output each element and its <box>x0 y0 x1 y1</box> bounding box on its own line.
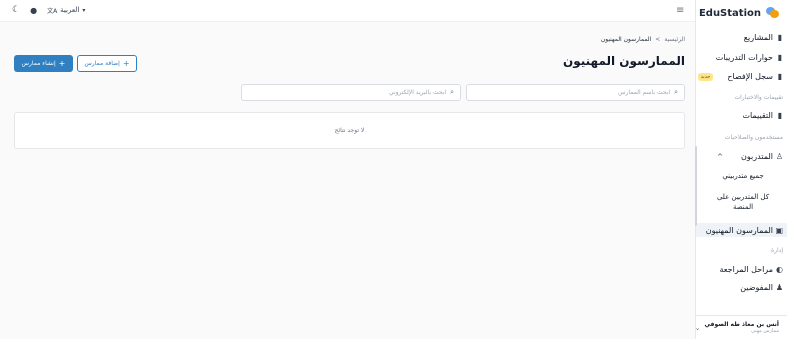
sidebar-item-evaluations[interactable]: ▮ التقييمات <box>742 111 783 120</box>
chat-icon: ▮ <box>777 53 783 62</box>
chevron-down-icon: ▾ <box>82 6 86 14</box>
sidebar-item-label: المشاريع <box>743 33 773 42</box>
hamburger-menu-icon[interactable]: ≡ <box>676 5 684 16</box>
section-label-evaluations: تقييمات والاختبارات <box>734 94 783 101</box>
sidebar-subitem-all-trainees[interactable]: كل المتدربين على المنصة <box>713 192 773 212</box>
user-role: ممارس مهني <box>751 328 779 334</box>
search-by-name-input[interactable]: ⌕ ابحث باسم الممارس <box>466 84 685 101</box>
sidebar-item-label: المتدربون <box>741 152 773 161</box>
breadcrumb: الرئيسية > الممارسون المهنيون <box>601 36 685 43</box>
sidebar-item-delegates[interactable]: ♟ المفوضين <box>740 283 783 292</box>
log-icon: ▮ <box>777 72 783 81</box>
circle-icon: ◐ <box>776 265 783 274</box>
app-name: EduStation <box>698 7 761 19</box>
user-icon: ♙ <box>775 152 783 161</box>
sidebar-item-disclosure-log[interactable]: ▮ سجل الإفصاح جديد <box>697 72 783 81</box>
top-bar: ☾ ● 文A العربية ▾ ≡ <box>0 0 695 22</box>
search-by-email-input[interactable]: ⌕ ابحث بالبريد الإلكتروني <box>241 84 461 101</box>
user-info: أنس بن معاذ طه الصوفي ممارس مهني <box>704 321 779 334</box>
users-icon: ♟ <box>775 283 783 292</box>
user-profile[interactable]: أنس بن معاذ طه الصوفي ممارس مهني ⌄ <box>695 315 787 339</box>
sidebar: EduStation ▮ المشاريع ▮ حوارات التدريبات… <box>695 0 787 339</box>
create-practitioner-button[interactable]: + إنشاء ممارس <box>14 55 73 72</box>
sidebar-item-label: التقييمات <box>742 111 773 120</box>
page-title: الممارسون المهنيون <box>562 54 685 68</box>
results-panel: لا توجد نتائج <box>14 112 685 149</box>
id-card-icon: ▣ <box>775 225 783 235</box>
topbar-actions: ☾ ● 文A العربية ▾ <box>12 5 85 15</box>
search-icon: ⌕ <box>450 88 454 96</box>
sidebar-item-review-stages[interactable]: ◐ مراحل المراجعة <box>720 265 783 274</box>
search-email-placeholder: ابحث بالبريد الإلكتروني <box>388 89 447 96</box>
chevron-up-icon: ^ <box>717 152 723 161</box>
main-content: الرئيسية > الممارسون المهنيون الممارسون … <box>0 22 695 339</box>
app-logo[interactable]: EduStation <box>696 4 779 22</box>
language-label: العربية <box>60 6 80 14</box>
sidebar-item-label: سجل الإفصاح <box>727 72 773 81</box>
notifications-bell-icon[interactable]: ● <box>30 6 37 15</box>
language-switcher[interactable]: 文A العربية ▾ <box>47 6 85 15</box>
user-name: أنس بن معاذ طه الصوفي <box>704 321 779 328</box>
sidebar-item-label: الممارسون المهنيون <box>705 225 773 235</box>
plus-icon: + <box>58 59 66 68</box>
folder-icon: ▮ <box>777 33 783 42</box>
add-practitioner-label: إضافة ممارس <box>84 60 120 67</box>
add-practitioner-button[interactable]: + إضافة ممارس <box>77 55 137 72</box>
section-label-admin: إدارة <box>770 247 783 254</box>
sidebar-scrollbar[interactable] <box>695 146 697 226</box>
translate-icon: 文A <box>47 7 58 15</box>
empty-results-text: لا توجد نتائج <box>334 127 365 134</box>
sidebar-item-label: حوارات التدريبات <box>715 53 773 62</box>
breadcrumb-home[interactable]: الرئيسية <box>664 36 685 43</box>
breadcrumb-current: الممارسون المهنيون <box>600 36 652 43</box>
sidebar-item-projects[interactable]: ▮ المشاريع <box>744 33 783 42</box>
search-icon: ⌕ <box>674 88 678 96</box>
logo-mark-icon <box>765 7 779 19</box>
breadcrumb-separator: > <box>655 36 661 43</box>
section-label-users: مستخدمون والصلاحيات <box>724 134 783 141</box>
sidebar-item-practitioners[interactable]: ▣ الممارسون المهنيون <box>696 223 787 237</box>
create-practitioner-label: إنشاء ممارس <box>21 60 56 67</box>
sidebar-item-training-dialogs[interactable]: ▮ حوارات التدريبات <box>716 53 783 62</box>
sidebar-item-label: المفوضين <box>740 283 773 292</box>
new-badge: جديد <box>697 72 714 81</box>
theme-toggle-moon-icon[interactable]: ☾ <box>12 5 20 15</box>
clipboard-icon: ▮ <box>777 111 783 120</box>
sidebar-item-trainees[interactable]: ♙ المتدربون ^ <box>717 152 783 161</box>
search-name-placeholder: ابحث باسم الممارس <box>618 89 671 96</box>
chevron-down-icon: ⌄ <box>695 323 701 332</box>
sidebar-subitem-my-trainees[interactable]: جميع متدربيني <box>713 172 773 180</box>
sidebar-item-label: مراحل المراجعة <box>719 265 773 274</box>
plus-icon: + <box>122 59 130 68</box>
